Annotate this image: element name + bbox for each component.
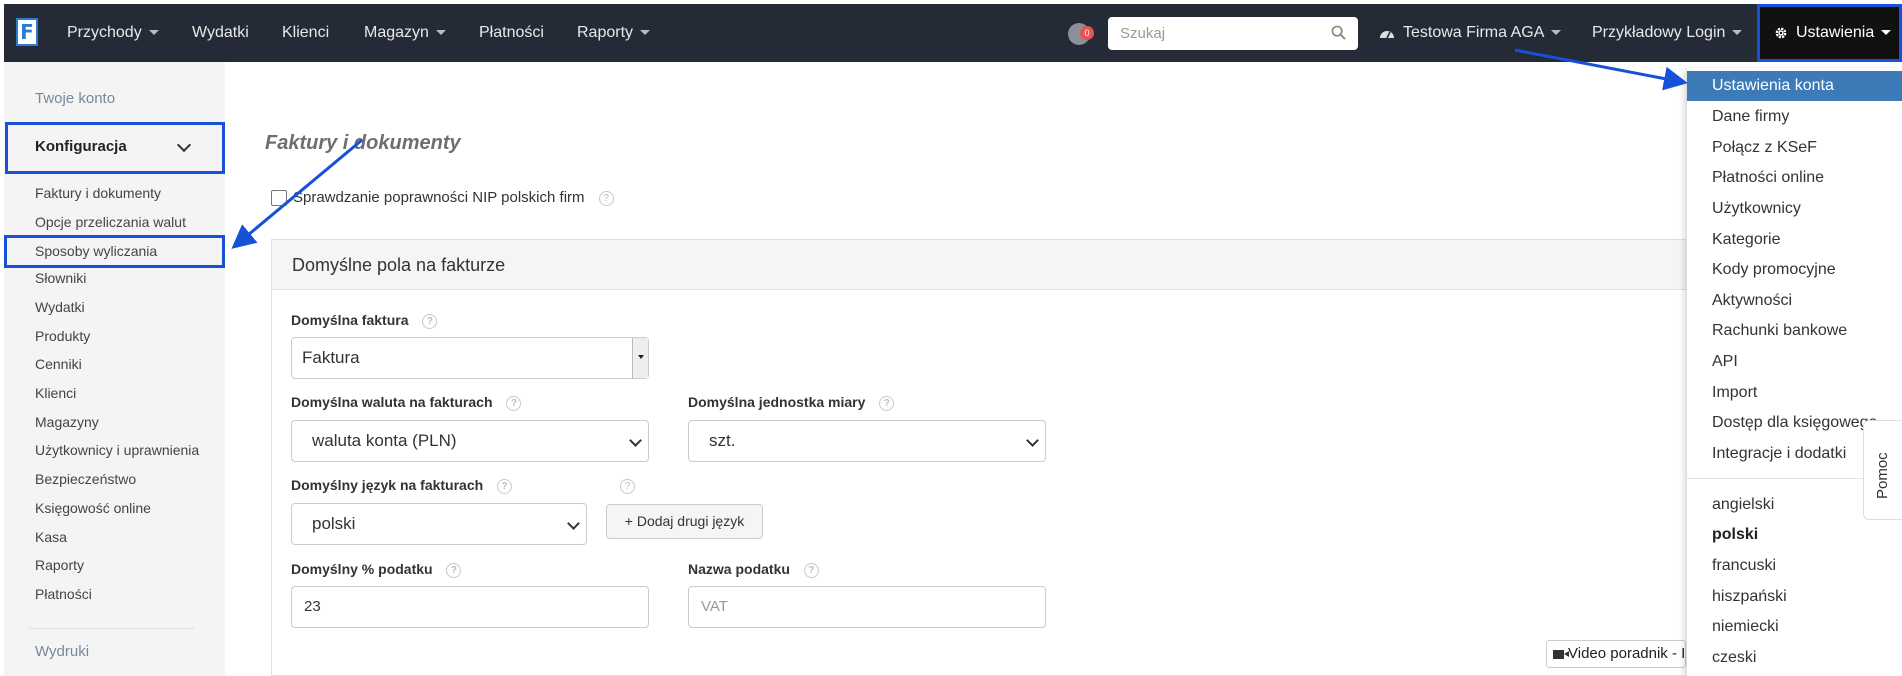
nav-raporty[interactable]: Raporty bbox=[577, 4, 651, 62]
unit-select[interactable]: szt. bbox=[688, 420, 1046, 462]
top-navbar: F Przychody Wydatki Klienci Magazyn Płat… bbox=[4, 4, 1902, 62]
sidebar-item-slowniki[interactable]: Słowniki bbox=[35, 270, 86, 286]
nav-przychody[interactable]: Przychody bbox=[67, 4, 159, 62]
nav-platnosci[interactable]: Płatności bbox=[479, 4, 544, 62]
unit-label: Domyślna jednostka miary ? bbox=[688, 394, 895, 411]
page-title: Faktury i dokumenty bbox=[265, 132, 461, 154]
divider bbox=[29, 628, 194, 629]
sidebar-item-klienci[interactable]: Klienci bbox=[35, 385, 76, 401]
tax-name-input[interactable]: VAT bbox=[688, 586, 1046, 628]
sidebar-section-konfiguracja[interactable]: Konfiguracja bbox=[35, 138, 127, 155]
help-icon[interactable]: ? bbox=[446, 562, 462, 578]
help-icon[interactable]: ? bbox=[497, 478, 513, 494]
chevron-down-icon bbox=[1026, 434, 1039, 447]
sidebar-item-cenniki[interactable]: Cenniki bbox=[35, 356, 82, 372]
chevron-down-icon bbox=[1732, 30, 1743, 36]
currency-label: Domyślna waluta na fakturach ? bbox=[291, 394, 522, 411]
default-invoice-label: Domyślna faktura ? bbox=[291, 312, 438, 329]
menu-item-dane-firmy[interactable]: Dane firmy bbox=[1687, 102, 1902, 132]
help-icon[interactable]: ? bbox=[879, 395, 895, 411]
menu-item-rachunki-bankowe[interactable]: Rachunki bankowe bbox=[1687, 316, 1902, 346]
video-camera-icon bbox=[1553, 649, 1569, 659]
notification-icon[interactable]: 0 bbox=[1068, 23, 1094, 45]
add-second-language-button[interactable]: + Dodaj drugi język bbox=[606, 504, 763, 539]
language-option-hiszpanski[interactable]: hiszpański bbox=[1687, 582, 1902, 612]
language-label: Domyślny język na fakturach ? bbox=[291, 477, 513, 494]
menu-item-ustawienia-konta[interactable]: Ustawienia konta bbox=[1687, 71, 1902, 101]
sidebar-item-kasa[interactable]: Kasa bbox=[35, 529, 67, 545]
chevron-down-icon bbox=[567, 517, 580, 530]
chevron-down-icon bbox=[629, 434, 642, 447]
help-icon[interactable]: ? bbox=[422, 313, 438, 329]
chevron-down-icon bbox=[148, 30, 159, 36]
sidebar-item-uzytkownicy[interactable]: Użytkownicy i uprawnienia bbox=[35, 442, 199, 458]
sidebar-item-wydatki[interactable]: Wydatki bbox=[35, 299, 85, 315]
settings-dropdown-menu: Ustawienia konta Dane firmy Połącz z KSe… bbox=[1686, 68, 1902, 676]
menu-item-platnosci-online[interactable]: Płatności online bbox=[1687, 163, 1902, 193]
tax-label: Domyślny % podatku ? bbox=[291, 561, 462, 578]
chevron-down-icon bbox=[1881, 30, 1892, 36]
help-tab[interactable]: Pomoc bbox=[1863, 420, 1902, 520]
sidebar-item-faktury[interactable]: Faktury i dokumenty bbox=[35, 185, 161, 201]
gear-icon bbox=[1775, 27, 1787, 39]
sidebar-item-bezpieczenstwo[interactable]: Bezpieczeństwo bbox=[35, 471, 136, 487]
currency-select[interactable]: waluta konta (PLN) bbox=[291, 420, 649, 462]
nip-check-label: Sprawdzanie poprawności NIP polskich fir… bbox=[293, 189, 585, 206]
nav-klienci[interactable]: Klienci bbox=[282, 4, 329, 62]
sidebar-item-raporty[interactable]: Raporty bbox=[35, 557, 84, 573]
help-icon[interactable]: ? bbox=[803, 562, 819, 578]
menu-item-api[interactable]: API bbox=[1687, 347, 1902, 377]
select-arrow-icon bbox=[632, 338, 648, 378]
sidebar-item-ksiegowosc[interactable]: Księgowość online bbox=[35, 500, 151, 516]
company-switcher[interactable]: Testowa Firma AGA bbox=[1379, 4, 1562, 62]
chevron-down-icon bbox=[435, 30, 446, 36]
settings-button[interactable]: Ustawienia bbox=[1757, 4, 1902, 62]
menu-item-kody-promocyjne[interactable]: Kody promocyjne bbox=[1687, 255, 1902, 285]
sidebar-item-magazyny[interactable]: Magazyny bbox=[35, 414, 99, 430]
tax-input[interactable]: 23 bbox=[291, 586, 649, 628]
menu-item-aktywnosci[interactable]: Aktywności bbox=[1687, 286, 1902, 316]
language-option-francuski[interactable]: francuski bbox=[1687, 551, 1902, 581]
language-option-czeski[interactable]: czeski bbox=[1687, 643, 1902, 673]
language-option-niemiecki[interactable]: niemiecki bbox=[1687, 612, 1902, 642]
help-icon[interactable]: ? bbox=[598, 190, 614, 206]
sidebar-item-produkty[interactable]: Produkty bbox=[35, 328, 90, 344]
sidebar-item-wydruki[interactable]: Wydruki bbox=[35, 643, 89, 660]
menu-item-uzytkownicy[interactable]: Użytkownicy bbox=[1687, 194, 1902, 224]
sidebar-account-link[interactable]: Twoje konto bbox=[35, 90, 115, 107]
menu-item-kategorie[interactable]: Kategorie bbox=[1687, 225, 1902, 255]
default-invoice-select[interactable]: Faktura bbox=[291, 337, 649, 379]
help-icon[interactable]: ? bbox=[620, 479, 635, 494]
nav-wydatki[interactable]: Wydatki bbox=[192, 4, 249, 62]
search-icon[interactable] bbox=[1331, 25, 1346, 40]
search-box bbox=[1108, 17, 1358, 50]
chevron-down-icon bbox=[640, 30, 651, 36]
sidebar-item-platnosci[interactable]: Płatności bbox=[35, 586, 92, 602]
language-select[interactable]: polski bbox=[291, 503, 587, 545]
chevron-down-icon bbox=[1551, 30, 1562, 36]
nav-magazyn[interactable]: Magazyn bbox=[364, 4, 446, 62]
nip-check-row: Sprawdzanie poprawności NIP polskich fir… bbox=[271, 189, 614, 207]
app-logo[interactable]: F bbox=[16, 18, 38, 46]
search-input[interactable] bbox=[1108, 17, 1318, 50]
menu-item-import[interactable]: Import bbox=[1687, 378, 1902, 408]
language-option-polski[interactable]: polski bbox=[1687, 520, 1902, 550]
panel-title: Domyślne pola na fakturze bbox=[272, 240, 1901, 290]
help-icon[interactable]: ? bbox=[506, 395, 522, 411]
tax-name-label: Nazwa podatku ? bbox=[688, 561, 819, 578]
notification-count: 0 bbox=[1080, 26, 1094, 40]
dashboard-icon bbox=[1380, 30, 1394, 39]
sidebar-item-opcje-walut[interactable]: Opcje przeliczania walut bbox=[35, 214, 186, 230]
video-guide-button[interactable]: Video poradnik - I bbox=[1546, 640, 1686, 668]
user-menu[interactable]: Przykładowy Login bbox=[1592, 4, 1743, 62]
menu-item-ksef[interactable]: Połącz z KSeF bbox=[1687, 133, 1902, 163]
sidebar: Twoje konto Konfiguracja Faktury i dokum… bbox=[4, 62, 225, 676]
nip-check-checkbox[interactable] bbox=[271, 190, 287, 207]
sidebar-item-sposoby-wyliczania[interactable]: Sposoby wyliczania bbox=[35, 243, 157, 259]
